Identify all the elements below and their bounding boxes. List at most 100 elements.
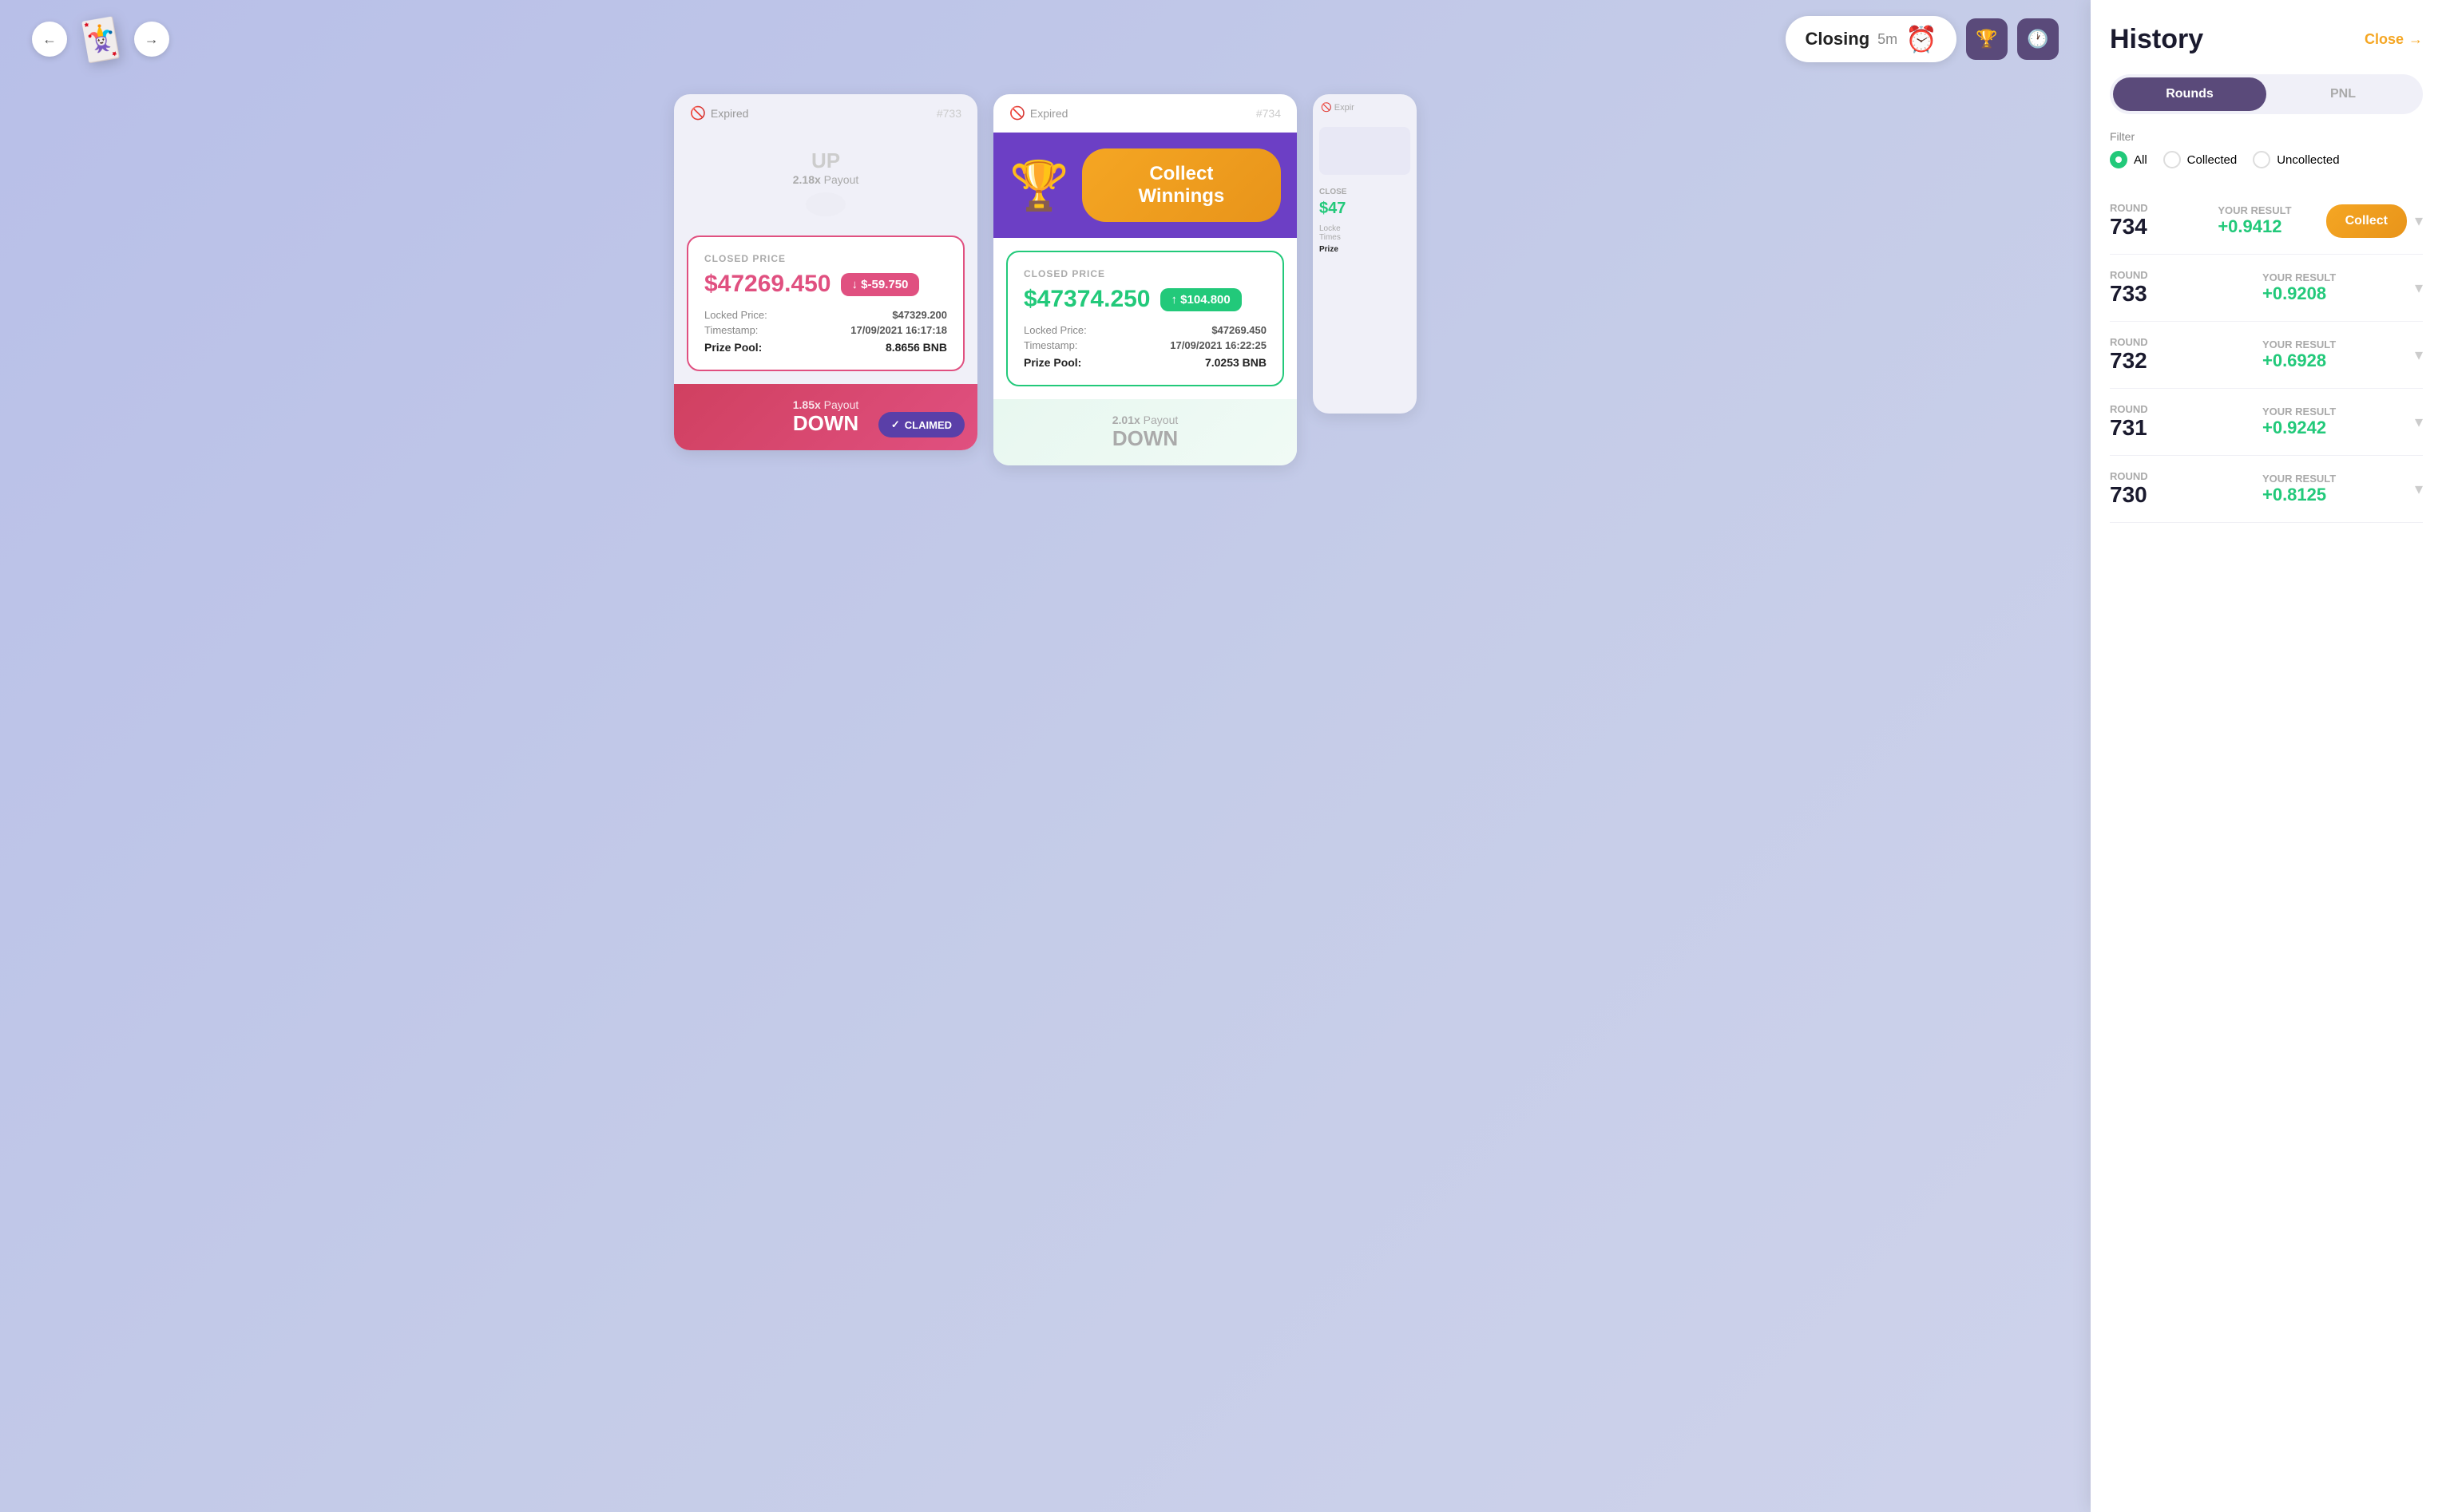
result-info-734: Your Result +0.9412 (2218, 204, 2325, 237)
price-details-733: Locked Price: $47329.200 Timestamp: 17/0… (704, 309, 947, 354)
down-payout-734: 2.01x Payout (1009, 414, 1281, 426)
round-label-732: Round (2110, 336, 2262, 348)
up-section-733: UP 2.18x Payout (674, 133, 977, 236)
winner-header-734: 🏆 Collect Winnings (993, 133, 1297, 238)
round-number-732: 732 (2110, 348, 2262, 374)
filter-uncollected-option[interactable]: Uncollected (2253, 151, 2339, 168)
filter-all-label: All (2134, 153, 2147, 167)
result-value-733: +0.9208 (2262, 283, 2415, 304)
collect-button-734[interactable]: Collect (2326, 204, 2407, 238)
chevron-731[interactable]: ▾ (2415, 412, 2423, 432)
round-number-733: 733 (2110, 281, 2262, 307)
up-label-733: UP (674, 148, 977, 173)
chevron-732[interactable]: ▾ (2415, 345, 2423, 365)
round-number-734: 734 (2110, 214, 2218, 239)
closing-timer: 5m (1877, 31, 1897, 48)
filter-row: All Collected Uncollected (2110, 151, 2423, 168)
partial-ts-label: Times (1319, 233, 1410, 242)
collect-winnings-button-734[interactable]: Collect Winnings (1082, 148, 1281, 222)
history-title: History (2110, 24, 2203, 55)
filter-label: Filter (2110, 130, 2423, 143)
history-row-733[interactable]: Round 733 Your Result +0.9208 ▾ (2110, 255, 2423, 322)
prize-pool-row-733: Prize Pool: 8.8656 BNB (704, 341, 947, 354)
card-734-header: 🚫 Expired #734 (993, 94, 1297, 133)
right-arrow-icon: → (145, 31, 159, 48)
filter-all-option[interactable]: All (2110, 151, 2147, 168)
trophy-emoji-734: 🏆 (1009, 157, 1069, 214)
price-row-734: $47374.250 ↑ $104.800 (1024, 286, 1267, 313)
left-arrow-icon: ← (42, 31, 57, 48)
partial-price: $47 (1319, 200, 1410, 218)
history-panel: History Close → Rounds PNL Filter All Co… (2091, 0, 2442, 1512)
main-price-734: $47374.250 (1024, 286, 1151, 313)
round-info-734: Round 734 (2110, 202, 2218, 239)
closing-badge: Closing 5m ⏰ (1786, 16, 1956, 62)
chevron-730[interactable]: ▾ (2415, 479, 2423, 499)
locked-price-row-734: Locked Price: $47269.450 (1024, 324, 1267, 336)
partial-up-area (1319, 127, 1410, 175)
card-emoji-icon: 🃏 (73, 13, 129, 66)
down-section-733: 1.85x Payout DOWN ✓ CLAIMED (674, 384, 977, 450)
close-label: Close (2365, 31, 2404, 48)
claimed-badge-733: ✓ CLAIMED (878, 412, 965, 437)
chevron-734[interactable]: ▾ (2415, 211, 2423, 231)
tab-rounds-button[interactable]: Rounds (2113, 77, 2266, 111)
down-payout-733: 1.85x Payout (690, 398, 961, 411)
result-label-732: Your Result (2262, 338, 2415, 350)
round-info-733: Round 733 (2110, 269, 2262, 307)
filter-all-radio[interactable] (2110, 151, 2127, 168)
partial-close-label: CLOSE (1319, 188, 1410, 196)
history-row-732[interactable]: Round 732 Your Result +0.6928 ▾ (2110, 322, 2423, 389)
timestamp-row-734: Timestamp: 17/09/2021 16:22:25 (1024, 339, 1267, 351)
history-rows-container: Round 734 Your Result +0.9412 Collect ▾ … (2110, 188, 2423, 1488)
prev-arrow-button[interactable]: ← (32, 22, 67, 57)
closed-price-label-733: CLOSED PRICE (704, 253, 947, 264)
result-label-730: Your Result (2262, 473, 2415, 485)
cards-container: 🚫 Expired #733 UP 2.18x Payout CLOSED PR… (674, 94, 1417, 465)
chevron-down-icon-732: ▾ (2415, 346, 2423, 364)
closed-price-label-734: CLOSED PRICE (1024, 268, 1267, 279)
history-button[interactable]: 🕐 (2017, 18, 2059, 60)
partial-price-section: CLOSE $47 Locke Times Prize (1313, 181, 1417, 260)
trophy-button[interactable]: 🏆 (1966, 18, 2008, 60)
history-header: History Close → (2110, 24, 2423, 55)
tab-container: Rounds PNL (2110, 74, 2423, 114)
tab-pnl-button[interactable]: PNL (2266, 77, 2420, 111)
chevron-733[interactable]: ▾ (2415, 278, 2423, 298)
ban-icon-734: 🚫 (1009, 105, 1025, 121)
chevron-down-icon-731: ▾ (2415, 414, 2423, 431)
filter-uncollected-radio[interactable] (2253, 151, 2270, 168)
expired-label-733: 🚫 Expired (690, 105, 748, 121)
history-row-734[interactable]: Round 734 Your Result +0.9412 Collect ▾ (2110, 188, 2423, 255)
filter-collected-option[interactable]: Collected (2163, 151, 2238, 168)
round-num-734: #734 (1256, 107, 1281, 120)
history-row-731[interactable]: Round 731 Your Result +0.9242 ▾ (2110, 389, 2423, 456)
partial-expired-label: 🚫 Expir (1321, 102, 1354, 113)
partial-card-header: 🚫 Expir (1313, 94, 1417, 121)
round-label-731: Round (2110, 403, 2262, 415)
close-button[interactable]: Close → (2365, 31, 2423, 48)
next-arrow-button[interactable]: → (134, 22, 169, 57)
result-value-734: +0.9412 (2218, 216, 2325, 237)
price-diff-733: ↓ $-59.750 (841, 273, 920, 296)
round-info-730: Round 730 (2110, 470, 2262, 508)
timer-icon: ⏰ (1905, 24, 1937, 54)
expired-label-734: 🚫 Expired (1009, 105, 1068, 121)
result-value-732: +0.6928 (2262, 350, 2415, 371)
card-733: 🚫 Expired #733 UP 2.18x Payout CLOSED PR… (674, 94, 977, 450)
filter-uncollected-label: Uncollected (2277, 153, 2339, 167)
result-label-734: Your Result (2218, 204, 2325, 216)
history-row-730[interactable]: Round 730 Your Result +0.8125 ▾ (2110, 456, 2423, 523)
chevron-down-icon-733: ▾ (2415, 279, 2423, 297)
filter-collected-radio[interactable] (2163, 151, 2181, 168)
filter-collected-label: Collected (2187, 153, 2238, 167)
round-info-732: Round 732 (2110, 336, 2262, 374)
price-section-733: CLOSED PRICE $47269.450 ↓ $-59.750 Locke… (687, 236, 965, 371)
chevron-down-icon-734: ▾ (2415, 212, 2423, 230)
up-payout-733: 2.18x Payout (674, 173, 977, 186)
round-number-730: 730 (2110, 482, 2262, 508)
round-label-733: Round (2110, 269, 2262, 281)
result-info-730: Your Result +0.8125 (2262, 473, 2415, 505)
price-details-734: Locked Price: $47269.450 Timestamp: 17/0… (1024, 324, 1267, 369)
down-label-734: DOWN (1009, 426, 1281, 451)
